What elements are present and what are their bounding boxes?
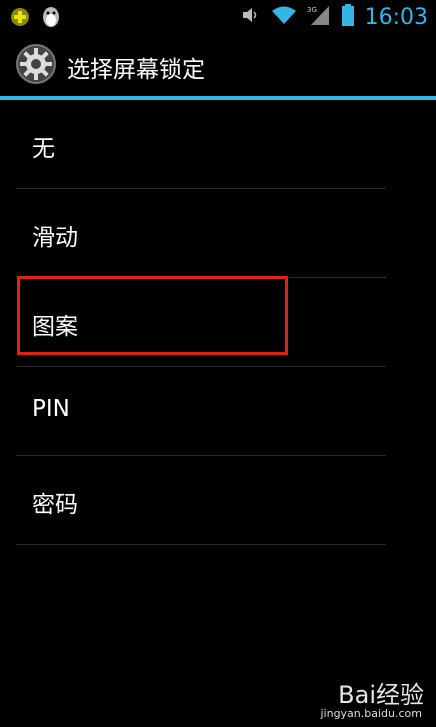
watermark-url: jingyan.baidu.com [320, 707, 422, 720]
volume-icon [241, 5, 261, 29]
status-bar: 3G 16:03 [0, 0, 436, 34]
status-bar-right: 3G 16:03 [241, 4, 428, 30]
status-time: 16:03 [364, 4, 428, 30]
option-none[interactable]: 无 [16, 100, 386, 189]
wifi-icon [271, 5, 297, 29]
option-pin[interactable]: PIN [16, 367, 386, 456]
app-plus-icon [10, 7, 30, 31]
option-label: 密码 [32, 492, 78, 518]
battery-icon [341, 4, 355, 30]
page-title: 选择屏幕锁定 [67, 57, 205, 83]
qq-penguin-icon [40, 5, 62, 33]
settings-gear-icon[interactable] [16, 44, 56, 84]
option-password[interactable]: 密码 [16, 456, 386, 545]
option-label: 滑动 [32, 225, 78, 251]
watermark: Bai经验 jingyan.baidu.com [288, 675, 428, 721]
option-slide[interactable]: 滑动 [16, 189, 386, 278]
option-label: 无 [32, 136, 55, 162]
signal-3g-icon: 3G [307, 4, 331, 30]
svg-text:3G: 3G [307, 6, 317, 14]
status-bar-left [10, 5, 62, 33]
watermark-brand: Bai经验 [338, 681, 424, 709]
action-bar: 选择屏幕锁定 [0, 34, 436, 100]
option-label: PIN [32, 396, 70, 422]
highlight-box [17, 276, 288, 355]
